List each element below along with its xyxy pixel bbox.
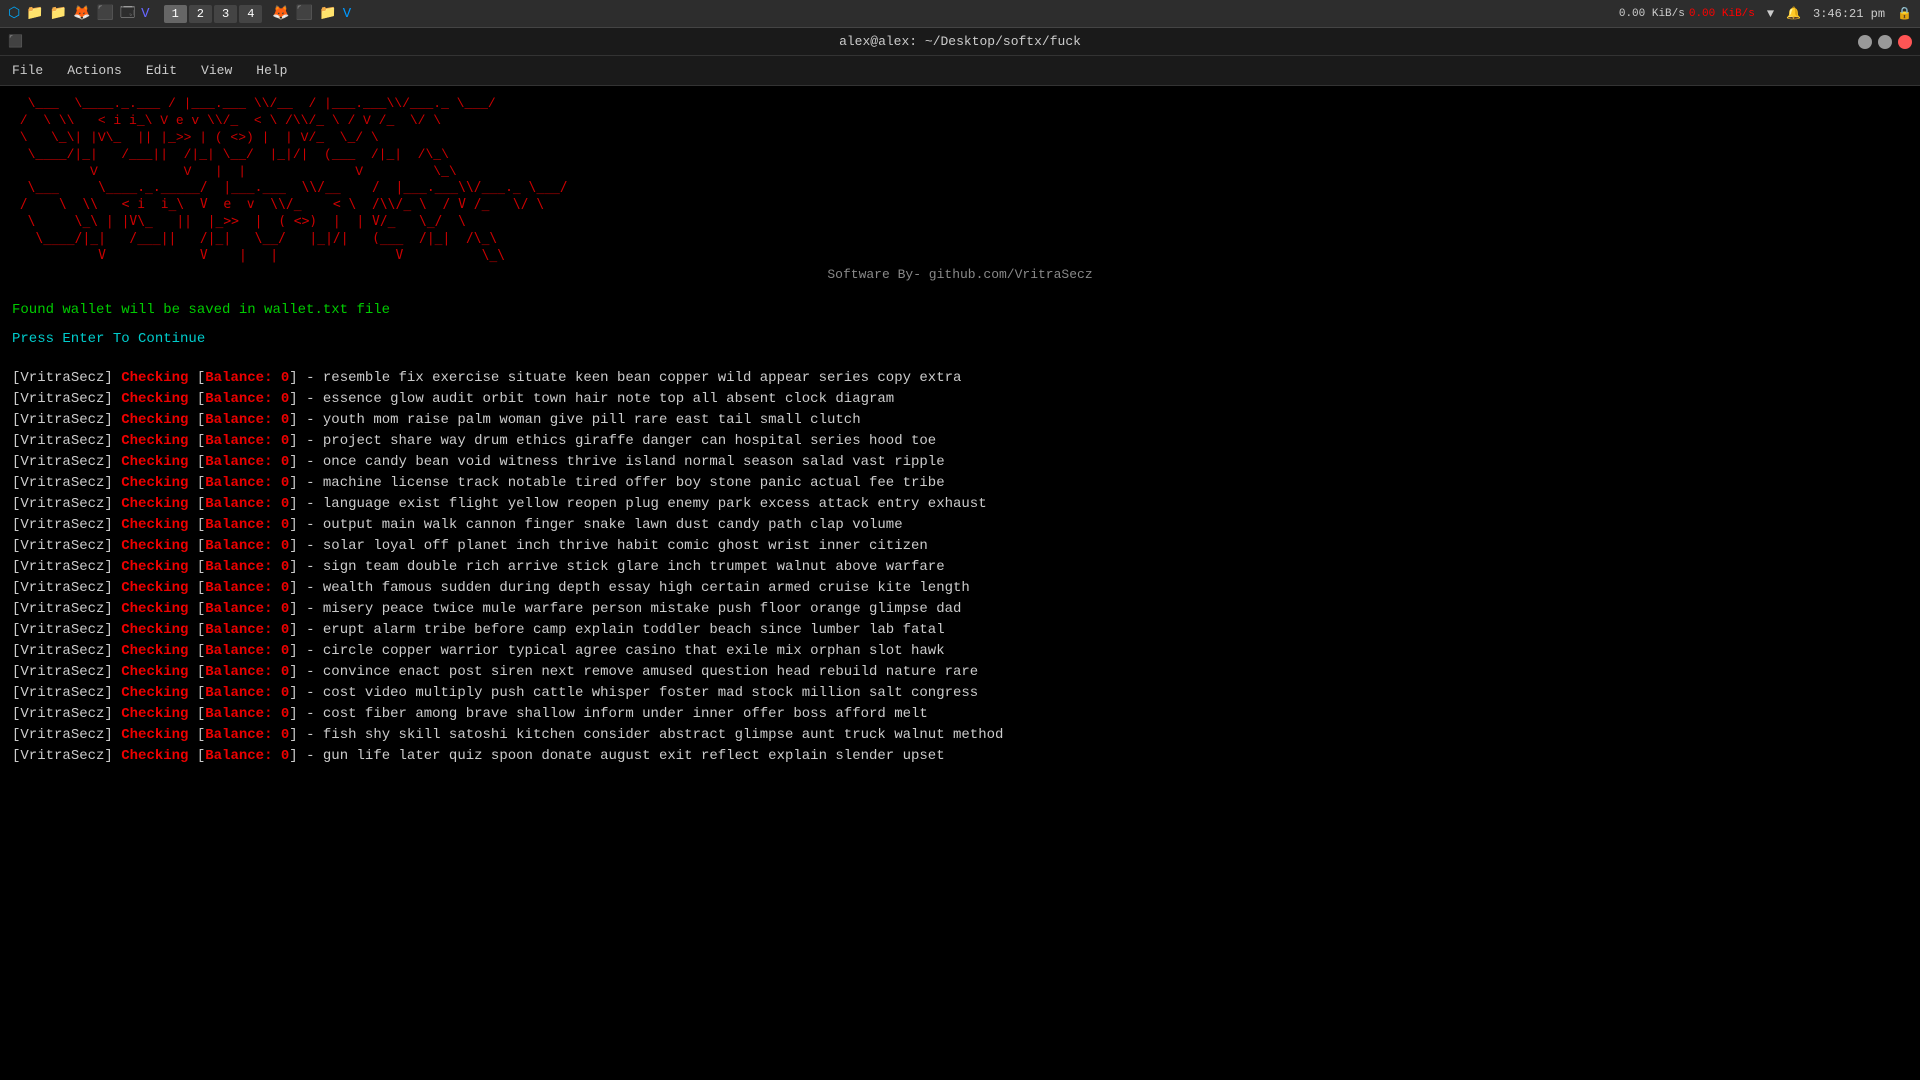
log-line: [VritraSecz] Checking [Balance: 0] - con… [12, 662, 1908, 683]
window-titlebar: ⬛ alex@alex: ~/Desktop/softx/fuck [0, 28, 1920, 56]
log-output: [VritraSecz] Checking [Balance: 0] - res… [12, 368, 1908, 767]
log-line: [VritraSecz] Checking [Balance: 0] - lan… [12, 494, 1908, 515]
log-line: [VritraSecz] Checking [Balance: 0] - mac… [12, 473, 1908, 494]
system-bar: ⬡ 📁 📁 🦊 ⬛ 🗔 V 1 2 3 4 🦊 ⬛ 📁 V 0.00 KiB/s… [0, 0, 1920, 28]
log-line: [VritraSecz] Checking [Balance: 0] - sol… [12, 536, 1908, 557]
workspace-tabs: 1 2 3 4 [164, 5, 263, 23]
maximize-button[interactable] [1878, 35, 1892, 49]
wifi-icon: ▼ [1767, 7, 1774, 21]
vscode-icon[interactable]: V [343, 6, 351, 22]
log-line: [VritraSecz] Checking [Balance: 0] - sig… [12, 557, 1908, 578]
term-icon[interactable]: ⬛ [296, 5, 313, 22]
workspace-2[interactable]: 2 [189, 5, 212, 23]
app-icon-7[interactable]: V [141, 6, 149, 22]
log-line: [VritraSecz] Checking [Balance: 0] - cos… [12, 683, 1908, 704]
log-line: [VritraSecz] Checking [Balance: 0] - fis… [12, 725, 1908, 746]
log-line: [VritraSecz] Checking [Balance: 0] - pro… [12, 431, 1908, 452]
menu-bar: File Actions Edit View Help [0, 56, 1920, 86]
window-icon: ⬛ [8, 34, 23, 49]
system-bar-right: 0.00 KiB/s 0.00 KiB/s ▼ 🔔 3:46:21 pm 🔒 [1619, 6, 1912, 21]
software-credit: Software By- github.com/VritraSecz [12, 265, 1908, 285]
log-line: [VritraSecz] Checking [Balance: 0] - ess… [12, 389, 1908, 410]
app-icon-2[interactable]: 📁 [26, 5, 43, 22]
log-line: [VritraSecz] Checking [Balance: 0] - cos… [12, 704, 1908, 725]
app-icon-4[interactable]: 🦊 [73, 5, 90, 22]
app-icon-6[interactable]: 🗔 [120, 2, 135, 26]
window-controls [1858, 35, 1912, 49]
folder-icon[interactable]: 📁 [319, 5, 336, 22]
workspace-1[interactable]: 1 [164, 5, 187, 23]
menu-edit[interactable]: Edit [142, 61, 181, 80]
log-line: [VritraSecz] Checking [Balance: 0] - eru… [12, 620, 1908, 641]
app-icon-5[interactable]: ⬛ [97, 5, 114, 22]
log-line: [VritraSecz] Checking [Balance: 0] - res… [12, 368, 1908, 389]
app-icon-1[interactable]: ⬡ [8, 5, 20, 22]
workspace-4[interactable]: 4 [239, 5, 262, 23]
net-download: 0.00 KiB/s [1689, 8, 1755, 20]
close-button[interactable] [1898, 35, 1912, 49]
log-line: [VritraSecz] Checking [Balance: 0] - onc… [12, 452, 1908, 473]
workspace-3[interactable]: 3 [214, 5, 237, 23]
terminal-output[interactable]: \___ \____._.___ / |___.___ \\/__ / |___… [0, 86, 1920, 1080]
system-bar-left: ⬡ 📁 📁 🦊 ⬛ 🗔 V 1 2 3 4 🦊 ⬛ 📁 V [8, 2, 351, 26]
browser-icon[interactable]: 🦊 [272, 5, 289, 22]
menu-file[interactable]: File [8, 61, 47, 80]
menu-help[interactable]: Help [252, 61, 291, 80]
clock: 3:46:21 pm [1813, 7, 1885, 21]
log-line: [VritraSecz] Checking [Balance: 0] - gun… [12, 746, 1908, 767]
wallet-notice: Found wallet will be saved in wallet.txt… [12, 300, 1908, 321]
log-line: [VritraSecz] Checking [Balance: 0] - out… [12, 515, 1908, 536]
log-line: [VritraSecz] Checking [Balance: 0] - wea… [12, 578, 1908, 599]
menu-actions[interactable]: Actions [63, 61, 126, 80]
window-title: alex@alex: ~/Desktop/softx/fuck [839, 34, 1081, 49]
net-upload: 0.00 KiB/s [1619, 8, 1685, 20]
log-line: [VritraSecz] Checking [Balance: 0] - you… [12, 410, 1908, 431]
lock-icon[interactable]: 🔒 [1897, 6, 1912, 21]
ascii-art-full: \___ \____._._____/ |___.___ \\/__ / |__… [12, 180, 1908, 264]
app-icon-3[interactable]: 📁 [50, 5, 67, 22]
log-line: [VritraSecz] Checking [Balance: 0] - cir… [12, 641, 1908, 662]
menu-view[interactable]: View [197, 61, 236, 80]
notifications-icon[interactable]: 🔔 [1786, 6, 1801, 21]
ascii-art-logo: \___ \____._.___ / |___.___ \\/__ / |___… [12, 96, 1908, 180]
minimize-button[interactable] [1858, 35, 1872, 49]
network-stats: 0.00 KiB/s 0.00 KiB/s [1619, 8, 1755, 20]
log-line: [VritraSecz] Checking [Balance: 0] - mis… [12, 599, 1908, 620]
press-enter-prompt: Press Enter To Continue [12, 329, 1908, 350]
